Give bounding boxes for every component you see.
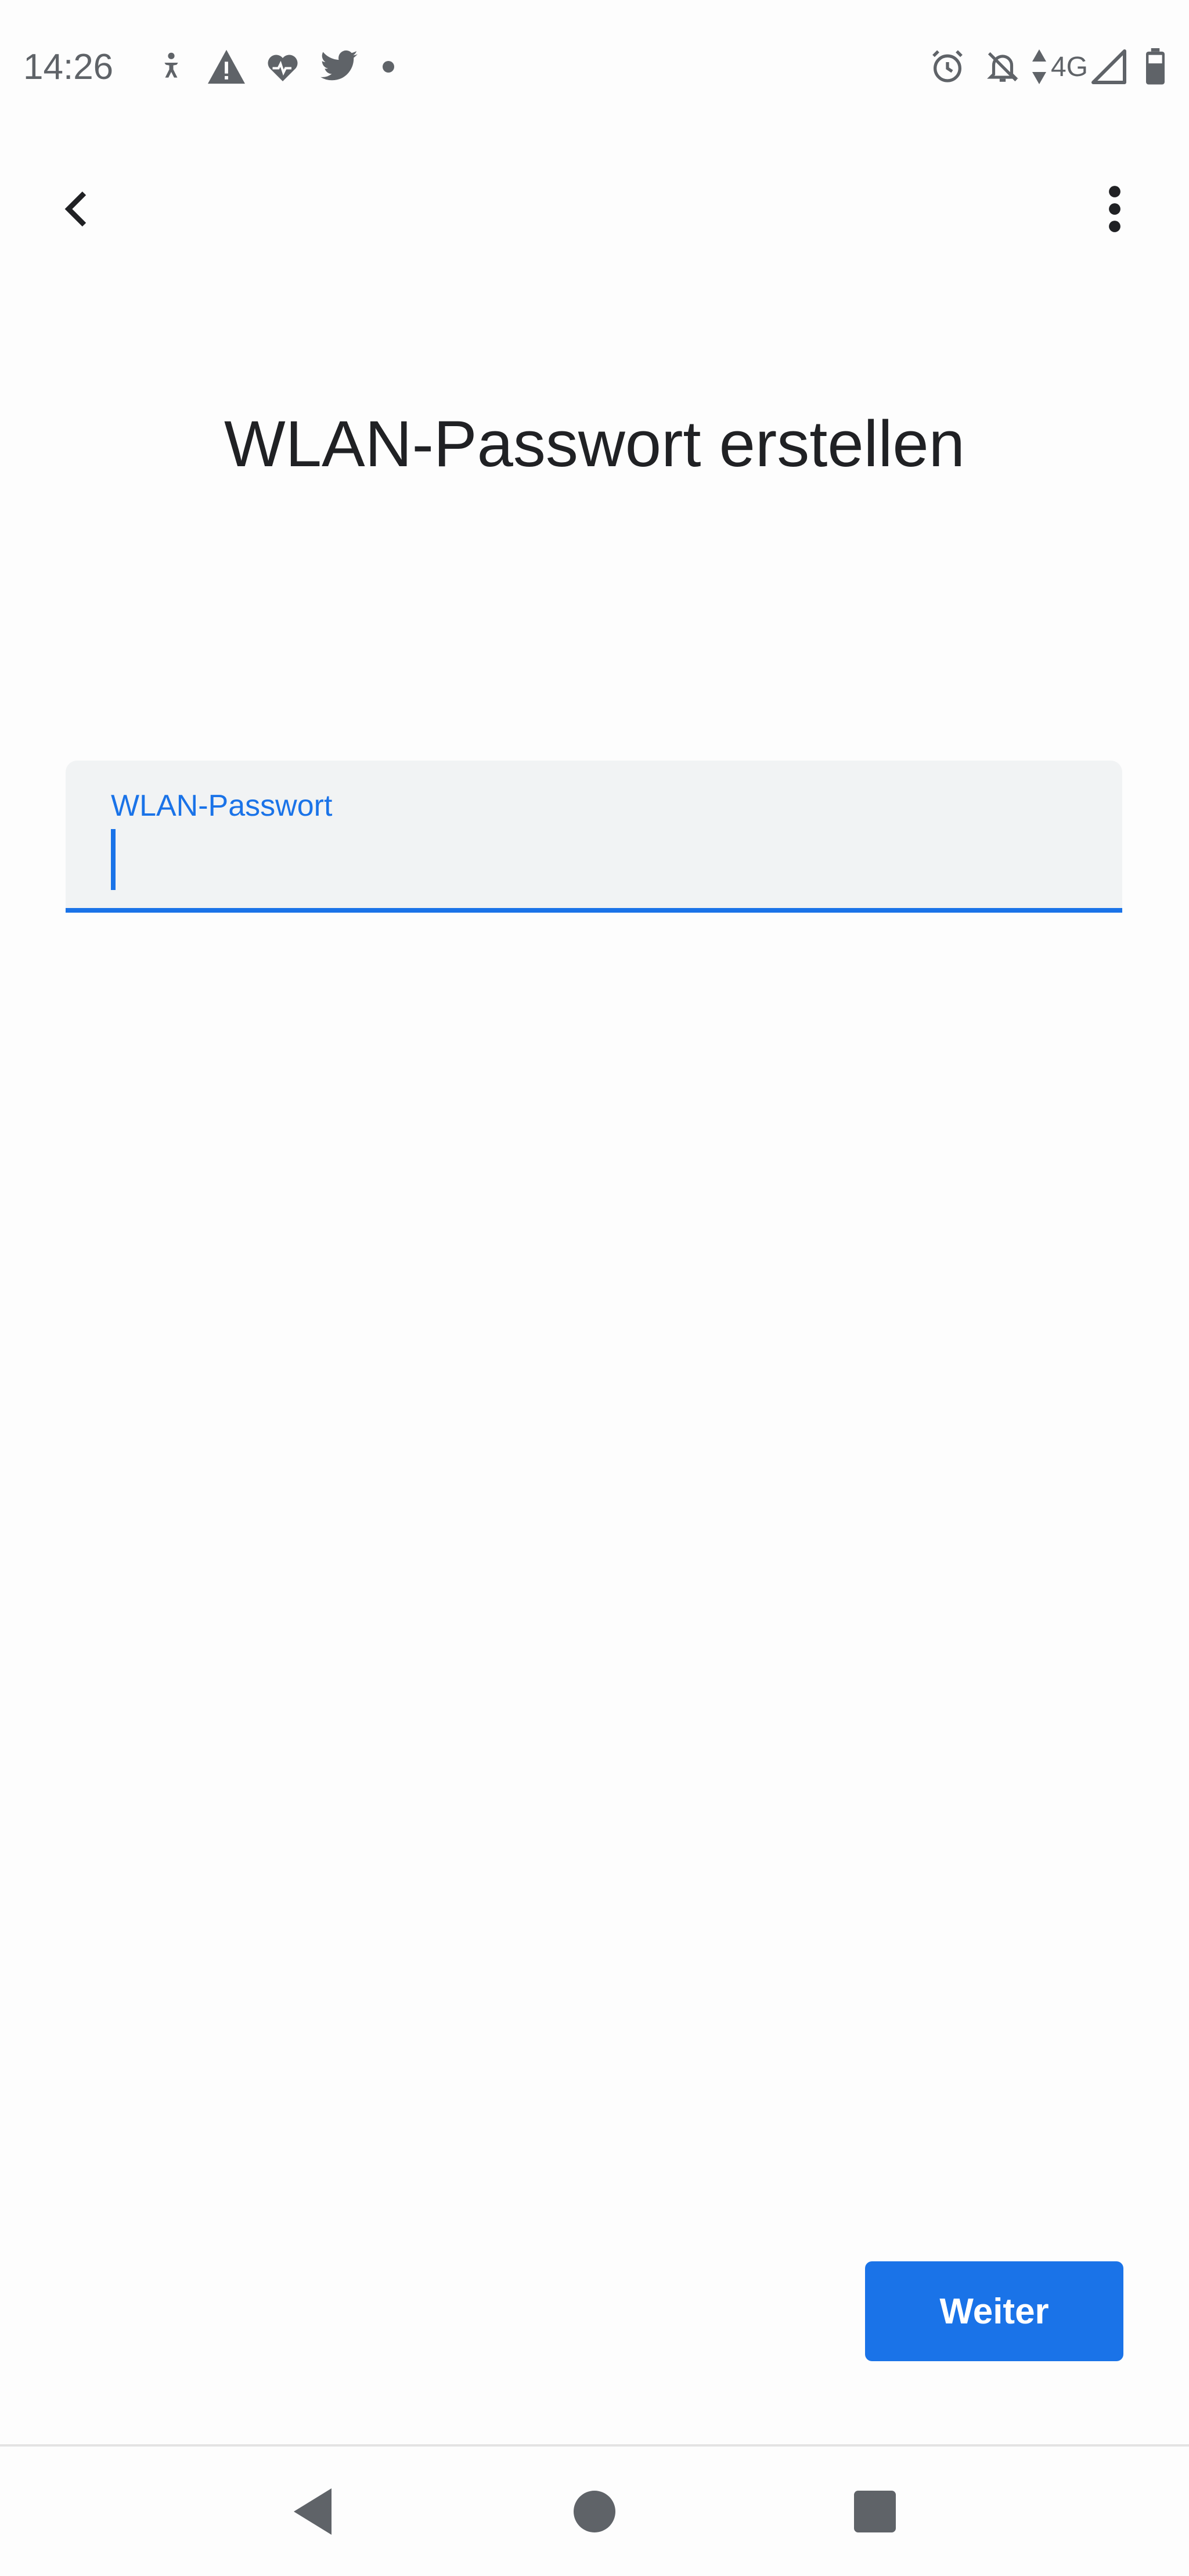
alarm-icon	[929, 48, 966, 85]
nav-home-button[interactable]	[554, 2471, 635, 2552]
back-triangle-icon	[294, 2488, 332, 2535]
health-icon	[265, 51, 300, 83]
text-cursor	[111, 829, 116, 890]
back-button[interactable]	[52, 174, 99, 244]
status-right: 4G	[910, 48, 1166, 85]
nav-recents-button[interactable]	[834, 2471, 916, 2552]
chevron-left-icon	[64, 191, 87, 227]
accessibility-icon	[155, 48, 188, 85]
recents-square-icon	[853, 2490, 896, 2532]
status-time: 14:26	[23, 46, 114, 87]
more-vert-icon	[1109, 186, 1120, 232]
status-left: 14:26	[23, 46, 395, 88]
battery-icon	[1145, 48, 1166, 85]
signal-icon	[1091, 49, 1126, 84]
wlan-password-input[interactable]	[111, 826, 1063, 884]
status-bar: 14:26 4G	[0, 0, 1189, 134]
wlan-password-label: WLAN-Passwort	[111, 789, 333, 823]
page-title: WLAN-Passwort erstellen	[224, 408, 965, 480]
notification-dot-icon	[383, 61, 395, 73]
home-circle-icon	[573, 2490, 615, 2532]
network-type-label: 4G	[1050, 51, 1088, 82]
more-options-button[interactable]	[1091, 174, 1138, 244]
nav-back-button[interactable]	[273, 2471, 355, 2552]
warning-icon	[206, 48, 247, 85]
data-arrows-icon	[1032, 49, 1046, 84]
twitter-icon	[319, 50, 359, 84]
next-button[interactable]: Weiter	[865, 2261, 1123, 2361]
system-nav-bar	[0, 2447, 1189, 2576]
wlan-password-field[interactable]: WLAN-Passwort	[66, 761, 1122, 913]
notifications-off-icon	[985, 48, 1021, 85]
